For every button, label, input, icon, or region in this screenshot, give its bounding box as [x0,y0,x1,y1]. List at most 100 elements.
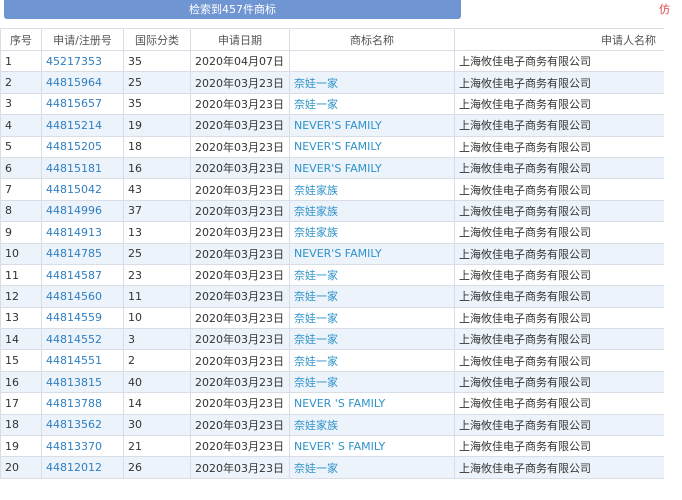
cell-application-date: 2020年03月23日 [190,413,290,437]
cell-trademark-name[interactable]: 奈娃一家 [289,328,455,351]
cell-trademark-name[interactable]: 奈娃家族 [289,413,455,437]
cell-registration-number[interactable]: 44814996 [41,199,124,223]
table-row: 9 44814913 13 2020年03月23日 奈娃家族 上海攸佳电子商务有限公司 [0,221,665,244]
cell-class: 37 [123,199,191,223]
cell-serial-number: 13 [0,306,42,330]
cell-registration-number[interactable]: 44814913 [41,221,124,244]
cell-application-date: 2020年04月07日 [190,49,290,73]
corner-label: 仿 [659,3,670,16]
cell-applicant-name: 上海攸佳电子商务有限公司 [454,349,665,372]
cell-trademark-name[interactable]: 奈娃家族 [289,178,455,201]
cell-trademark-name[interactable]: 奈娃一家 [289,456,455,479]
cell-trademark-name[interactable] [289,49,455,73]
cell-class: 40 [123,370,191,394]
cell-application-date: 2020年03月23日 [190,328,290,351]
result-count-banner[interactable]: 检索到457件商标 [4,0,461,19]
cell-serial-number: 7 [0,178,42,201]
cell-trademark-name[interactable]: NEVER'S FAMILY [289,156,455,180]
header-serial-number: 序号 [0,28,42,51]
cell-trademark-name[interactable]: 奈娃一家 [289,263,455,287]
cell-serial-number: 3 [0,92,42,116]
cell-serial-number: 4 [0,114,42,137]
table-row: 11 44814587 23 2020年03月23日 奈娃一家 上海攸佳电子商务有限公司 [0,263,665,287]
cell-registration-number[interactable]: 44814560 [41,285,124,308]
cell-applicant-name: 上海攸佳电子商务有限公司 [454,285,665,308]
table-row: 4 44815214 19 2020年03月23日 NEVER'S FAMILY 上海攸佳… [0,114,665,137]
header-applicant-name: 申请人名称 [454,28,665,51]
cell-applicant-name: 上海攸佳电子商务有限公司 [454,156,665,180]
cell-registration-number[interactable]: 44815657 [41,92,124,116]
cell-applicant-name: 上海攸佳电子商务有限公司 [454,71,665,94]
cell-trademark-name[interactable]: NEVER'S FAMILY [289,135,455,158]
table-row: 2 44815964 25 2020年03月23日 奈娃一家 上海攸佳电子商务有限公司 [0,71,665,94]
header-application-date: 申请日期 [190,28,290,51]
cell-trademark-name[interactable]: NEVER 'S FAMILY [289,392,455,415]
cell-trademark-name[interactable]: 奈娃一家 [289,370,455,394]
table-row: 12 44814560 11 2020年03月23日 奈娃一家 上海攸佳电子商务有限公司 [0,285,665,308]
cell-registration-number[interactable]: 44813815 [41,370,124,394]
cell-trademark-name[interactable]: NEVER'S FAMILY [289,242,455,265]
cell-registration-number[interactable]: 44813562 [41,413,124,437]
cell-registration-number[interactable]: 44812012 [41,456,124,479]
cell-trademark-name[interactable]: 奈娃一家 [289,92,455,116]
cell-application-date: 2020年03月23日 [190,456,290,479]
cell-registration-number[interactable]: 44815964 [41,71,124,94]
cell-trademark-name[interactable]: 奈娃一家 [289,71,455,94]
table-header-row: 序号 申请/注册号 国际分类 申请日期 商标名称 申请人名称 [0,28,665,51]
header-trademark-name: 商标名称 [289,28,455,51]
cell-application-date: 2020年03月23日 [190,306,290,330]
cell-applicant-name: 上海攸佳电子商务有限公司 [454,221,665,244]
cell-registration-number[interactable]: 44814785 [41,242,124,265]
cell-applicant-name: 上海攸佳电子商务有限公司 [454,49,665,73]
cell-registration-number[interactable]: 44814587 [41,263,124,287]
cell-trademark-name[interactable]: 奈娃一家 [289,285,455,308]
table-row: 6 44815181 16 2020年03月23日 NEVER'S FAMILY 上海攸佳… [0,156,665,180]
cell-registration-number[interactable]: 44815181 [41,156,124,180]
cell-serial-number: 5 [0,135,42,158]
cell-applicant-name: 上海攸佳电子商务有限公司 [454,135,665,158]
cell-trademark-name[interactable]: NEVER'S FAMILY [289,114,455,137]
cell-serial-number: 2 [0,71,42,94]
cell-application-date: 2020年03月23日 [190,285,290,308]
cell-trademark-name[interactable]: NEVER' S FAMILY [289,435,455,458]
cell-application-date: 2020年03月23日 [190,114,290,137]
cell-application-date: 2020年03月23日 [190,221,290,244]
table-row: 3 44815657 35 2020年03月23日 奈娃一家 上海攸佳电子商务有限公司 [0,92,665,116]
cell-trademark-name[interactable]: 奈娃家族 [289,221,455,244]
table-row: 20 44812012 26 2020年03月23日 奈娃一家 上海攸佳电子商务有限公司 [0,456,665,479]
cell-class: 10 [123,306,191,330]
table-row: 17 44813788 14 2020年03月23日 NEVER 'S FAMILY 上海… [0,392,665,415]
cell-trademark-name[interactable]: 奈娃一家 [289,349,455,372]
top-bar: 检索到457件商标 仿 [0,0,682,28]
cell-trademark-name[interactable]: 奈娃一家 [289,306,455,330]
cell-registration-number[interactable]: 45217353 [41,49,124,73]
cell-application-date: 2020年03月23日 [190,92,290,116]
cell-applicant-name: 上海攸佳电子商务有限公司 [454,199,665,223]
cell-class: 19 [123,114,191,137]
cell-applicant-name: 上海攸佳电子商务有限公司 [454,114,665,137]
cell-application-date: 2020年03月23日 [190,71,290,94]
trademark-results-table: 序号 申请/注册号 国际分类 申请日期 商标名称 申请人名称 1 45217353… [0,28,665,479]
cell-application-date: 2020年03月23日 [190,435,290,458]
cell-serial-number: 16 [0,370,42,394]
cell-class: 25 [123,71,191,94]
cell-application-date: 2020年03月23日 [190,156,290,180]
cell-registration-number[interactable]: 44815205 [41,135,124,158]
cell-application-date: 2020年03月23日 [190,199,290,223]
cell-registration-number[interactable]: 44814552 [41,328,124,351]
cell-registration-number[interactable]: 44813788 [41,392,124,415]
cell-application-date: 2020年03月23日 [190,370,290,394]
cell-trademark-name[interactable]: 奈娃家族 [289,199,455,223]
cell-class: 43 [123,178,191,201]
cell-application-date: 2020年03月23日 [190,178,290,201]
cell-serial-number: 18 [0,413,42,437]
cell-registration-number[interactable]: 44813370 [41,435,124,458]
table-row: 5 44815205 18 2020年03月23日 NEVER'S FAMILY 上海攸佳… [0,135,665,158]
cell-application-date: 2020年03月23日 [190,349,290,372]
cell-registration-number[interactable]: 44814551 [41,349,124,372]
cell-applicant-name: 上海攸佳电子商务有限公司 [454,370,665,394]
cell-registration-number[interactable]: 44815214 [41,114,124,137]
cell-applicant-name: 上海攸佳电子商务有限公司 [454,328,665,351]
cell-registration-number[interactable]: 44814559 [41,306,124,330]
cell-registration-number[interactable]: 44815042 [41,178,124,201]
